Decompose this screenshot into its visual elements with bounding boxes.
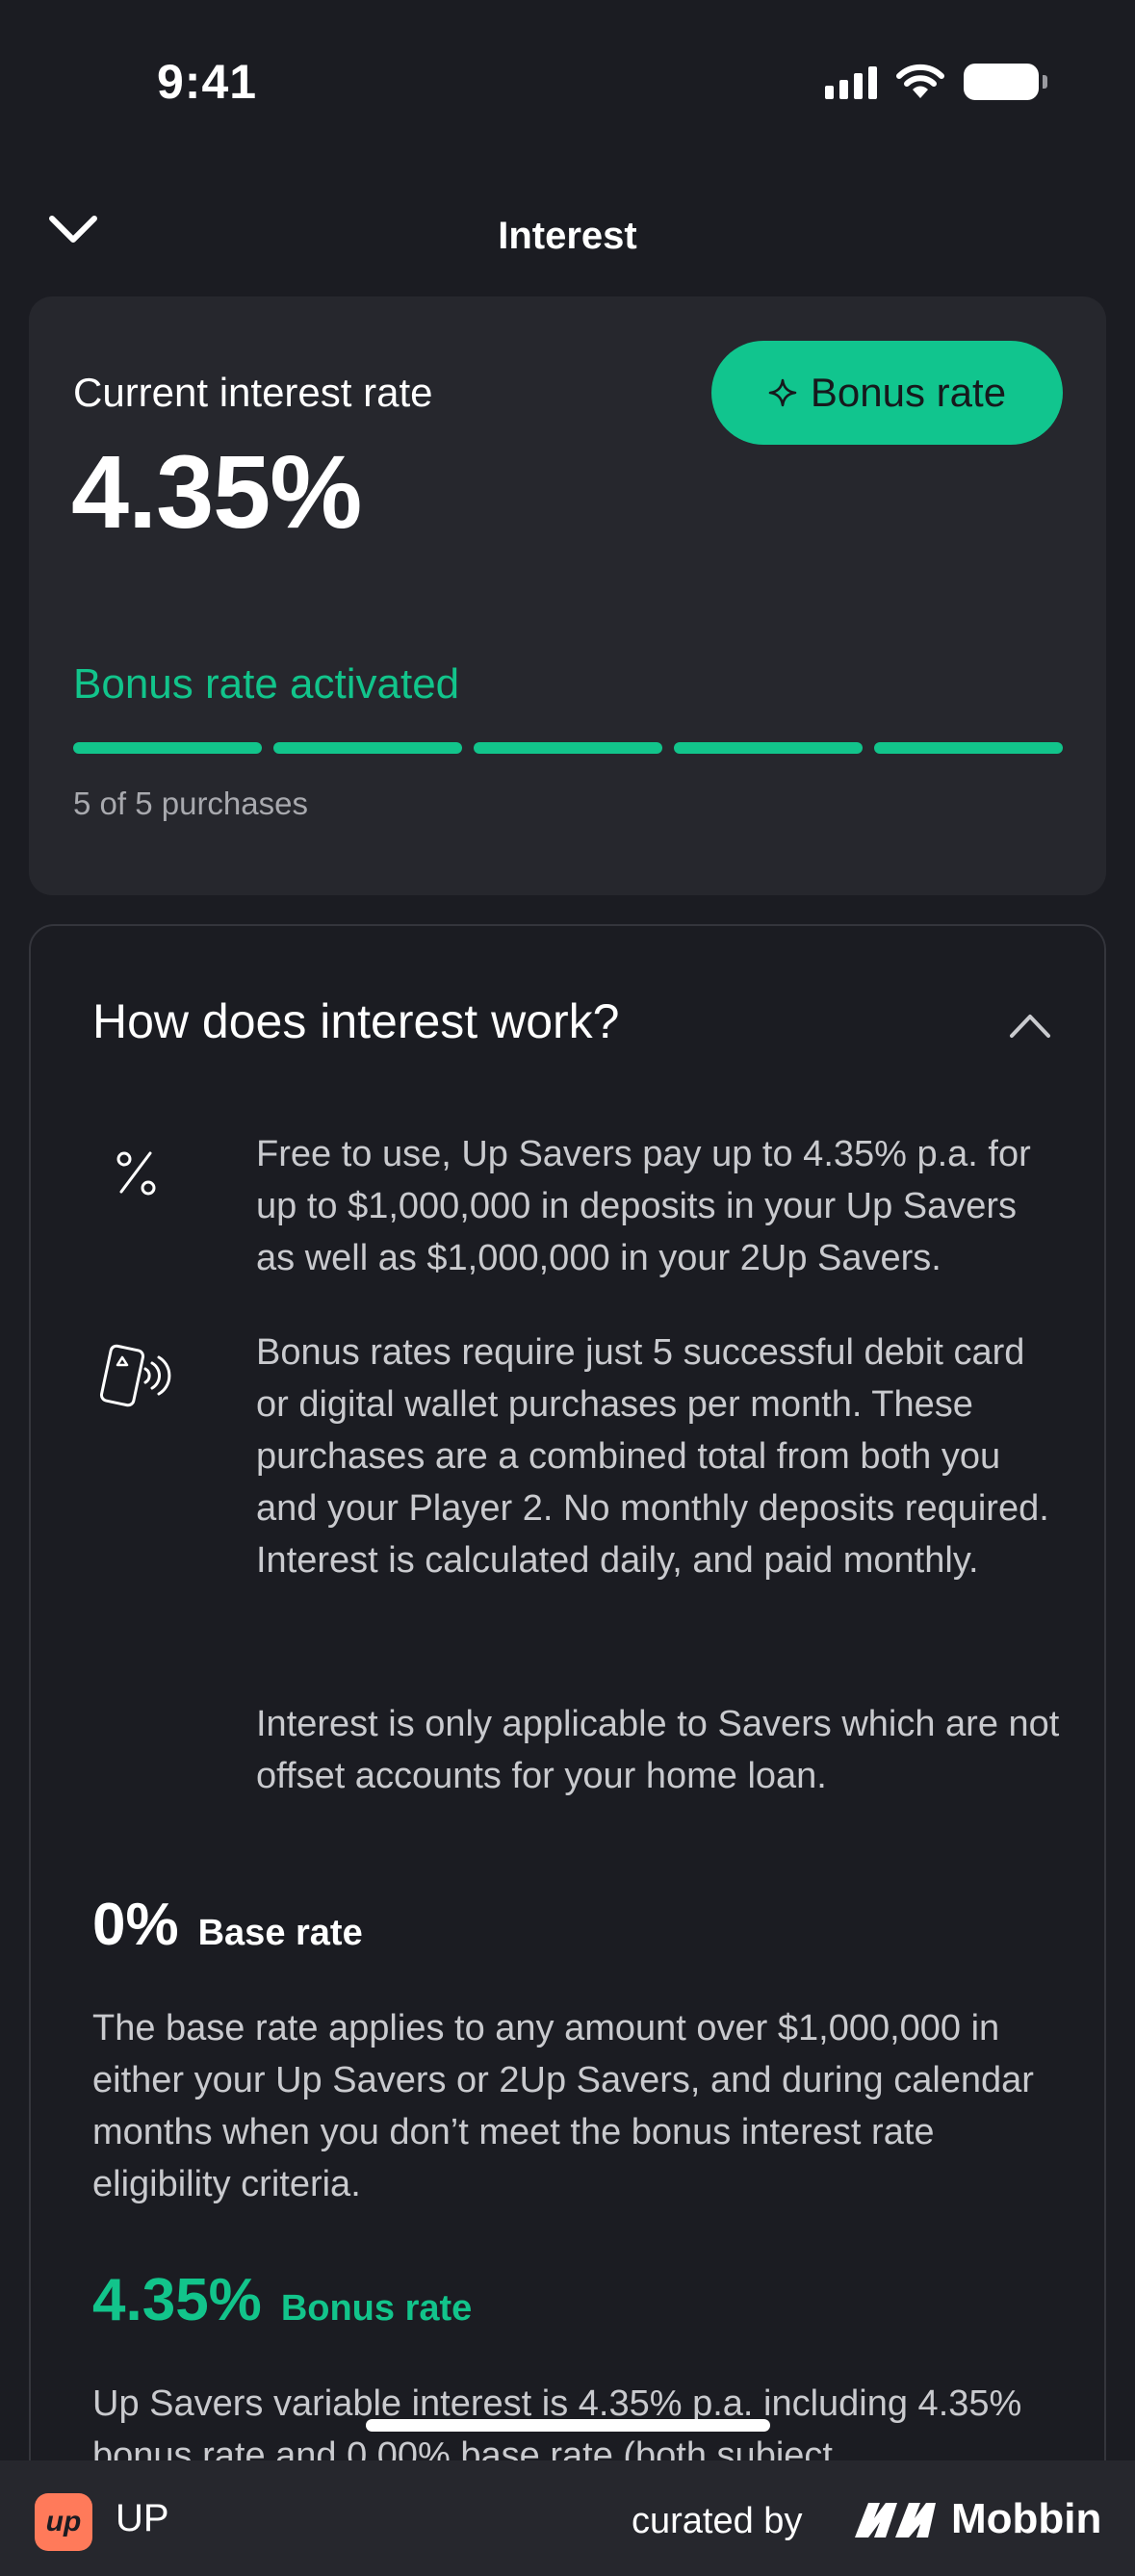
cellular-signal-icon [825,64,877,99]
base-rate-description: The base rate applies to any amount over… [92,2008,1034,2204]
feature-text: Bonus rates require just 5 successful de… [256,1332,1049,1581]
progress-segment [474,742,662,754]
screen: 9:41 Interest Current interest rate 4.35… [0,0,1135,2576]
current-rate-label: Current interest rate [73,370,433,415]
percent-icon [116,1151,156,1196]
wifi-icon [896,64,944,98]
sparkle-icon [768,378,797,407]
feature-text: Free to use, Up Savers pay up to 4.35% p… [256,1134,1031,1278]
bonus-rate-label: Bonus rate [280,2288,473,2329]
bonus-rate-button-label: Bonus rate [810,370,1007,415]
bonus-status: Bonus rate activated [73,660,460,708]
progress-segment [73,742,262,754]
page-title: Interest [498,215,637,257]
footer-bar: up UP curated by Mobbin [0,2460,1135,2576]
purchases-progress-bar [73,742,1063,754]
bonus-rate-row: 4.35% Bonus rate [92,2266,472,2334]
current-rate-card: Current interest rate 4.35% Bonus rate B… [29,296,1106,895]
base-rate-value: 0% [92,1892,179,1958]
info-title[interactable]: How does interest work? [92,993,619,1049]
status-time: 9:41 [157,55,258,109]
mobbin-brand: Mobbin [951,2495,1102,2542]
base-rate-row: 0% Base rate [92,1891,363,1959]
mobbin-logo-icon [855,2503,936,2537]
base-rate-label: Base rate [197,1913,363,1953]
status-icons [825,64,1047,100]
contactless-card-icon [99,1344,171,1407]
bonus-rate-button[interactable]: Bonus rate [711,341,1063,445]
purchases-progress-text: 5 of 5 purchases [73,786,308,821]
bonus-rate-value: 4.35% [92,2267,262,2333]
app-name: UP [116,2497,169,2539]
app-logo: up [35,2493,92,2551]
chevron-up-icon[interactable] [1008,1011,1052,1040]
battery-icon [964,64,1047,100]
progress-segment [874,742,1063,754]
status-bar: 9:41 [0,0,1135,144]
progress-segment [273,742,462,754]
progress-segment [674,742,863,754]
curated-by-label: curated by [632,2501,803,2541]
current-rate-value: 4.35% [71,433,362,550]
feature-text: Interest is only applicable to Savers wh… [256,1704,1060,1796]
interest-info-card: How does interest work? Free to use, Up … [29,924,1106,2576]
header: Interest [0,188,1135,284]
home-indicator [366,2419,770,2432]
